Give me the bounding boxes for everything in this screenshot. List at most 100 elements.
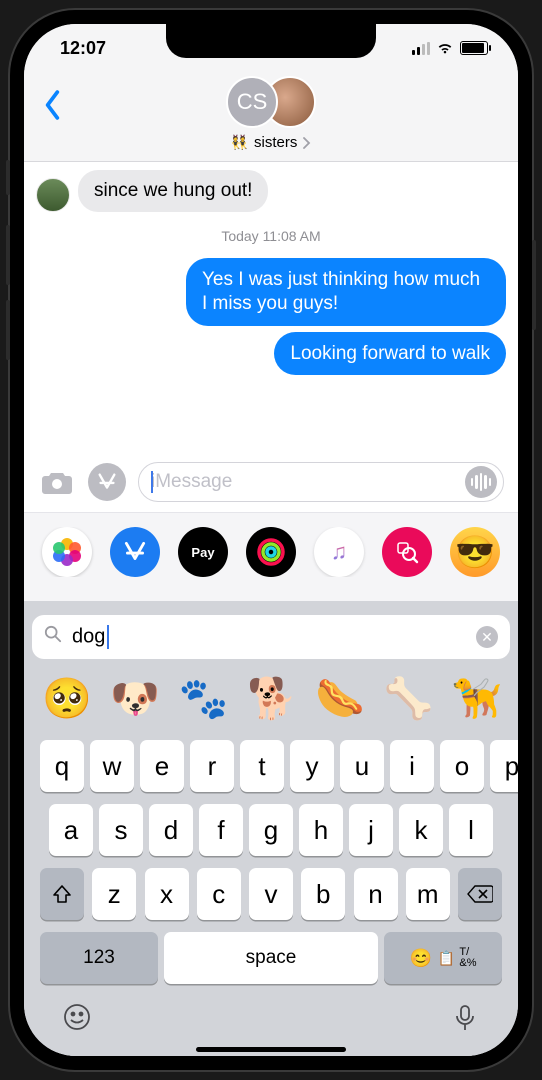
message-input[interactable]: iMessage (138, 462, 504, 502)
photos-icon (53, 538, 81, 566)
status-time: 12:07 (60, 38, 106, 59)
incoming-message[interactable]: since we hung out! (36, 170, 506, 212)
key-j[interactable]: j (349, 804, 393, 856)
notch (166, 24, 376, 58)
key-g[interactable]: g (249, 804, 293, 856)
message-bubble: Yes I was just thinking how much I miss … (186, 258, 506, 326)
dictation-button[interactable] (450, 1002, 480, 1037)
key-q[interactable]: q (40, 740, 84, 792)
emoji-results-row: 🥺 🐶 🐾 🐕 🌭 🦴 🦮 (32, 659, 510, 734)
app-activity[interactable] (246, 527, 296, 577)
keyboard: q w e r t y u i o p a s d f g h (32, 734, 510, 1056)
key-a[interactable]: a (49, 804, 93, 856)
emoji-search-text: dog (72, 625, 466, 649)
key-r[interactable]: r (190, 740, 234, 792)
home-indicator[interactable] (196, 1047, 346, 1052)
key-k[interactable]: k (399, 804, 443, 856)
outgoing-message[interactable]: Looking forward to walk (36, 332, 506, 376)
app-photos[interactable] (42, 527, 92, 577)
app-images-search[interactable] (382, 527, 432, 577)
wifi-icon (436, 41, 454, 55)
app-apple-pay[interactable]: Pay (178, 527, 228, 577)
key-123[interactable]: 123 (40, 932, 158, 984)
key-m[interactable]: m (406, 868, 450, 920)
back-button[interactable] (42, 90, 64, 125)
key-c[interactable]: c (197, 868, 241, 920)
emoji-result[interactable]: 🌭 (315, 675, 363, 722)
shift-icon (51, 883, 73, 905)
emoji-result[interactable]: 🥺 (42, 675, 90, 722)
key-v[interactable]: v (249, 868, 293, 920)
conversation-header: CS 👯 sisters (24, 72, 518, 162)
message-bubble: since we hung out! (78, 170, 268, 212)
emoji-result[interactable]: 🐶 (110, 675, 158, 722)
emoji-search-input[interactable]: dog ✕ (32, 615, 510, 659)
key-i[interactable]: i (390, 740, 434, 792)
chat-title-button[interactable]: 👯 sisters (34, 134, 508, 151)
group-avatar[interactable]: CS (34, 76, 508, 128)
apple-pay-label: Pay (191, 545, 214, 560)
microphone-icon (450, 1002, 480, 1032)
app-music[interactable]: ♫ (314, 527, 364, 577)
clear-search-button[interactable]: ✕ (476, 626, 498, 648)
key-shift[interactable] (40, 868, 84, 920)
key-w[interactable]: w (90, 740, 134, 792)
app-appstore[interactable] (110, 527, 160, 577)
app-drawer-button[interactable] (88, 463, 126, 501)
key-h[interactable]: h (299, 804, 343, 856)
key-z[interactable]: z (92, 868, 136, 920)
emoji-icon (62, 1002, 92, 1032)
avatar-initials: CS (226, 76, 278, 128)
imessage-app-drawer: Pay ♫ (24, 512, 518, 601)
key-emoji-input[interactable]: 😊 📋 T/&% (384, 932, 502, 984)
timestamp-label: Today 11:08 AM (36, 228, 506, 244)
app-memoji[interactable]: 😎 (450, 527, 500, 577)
camera-button[interactable] (38, 463, 76, 501)
outgoing-message[interactable]: Yes I was just thinking how much I miss … (36, 258, 506, 326)
audio-message-button[interactable] (465, 466, 497, 498)
key-y[interactable]: y (290, 740, 334, 792)
input-symbols-icon: T/&% (459, 947, 476, 969)
emoji-input-icon: 😊 (410, 948, 432, 969)
key-f[interactable]: f (199, 804, 243, 856)
appstore-icon (122, 539, 148, 565)
key-space[interactable]: space (164, 932, 378, 984)
screen: 12:07 CS 👯 sisters (24, 24, 518, 1056)
music-icon: ♫ (331, 539, 348, 565)
search-icon (44, 625, 62, 649)
emoji-search-panel: dog ✕ 🥺 🐶 🐾 🐕 🌭 🦴 🦮 q w e r t (24, 601, 518, 1056)
memoji-icon: 😎 (455, 533, 495, 571)
chat-name: sisters (254, 134, 297, 151)
cellular-signal-icon (412, 42, 430, 55)
key-b[interactable]: b (301, 868, 345, 920)
text-cursor (151, 471, 153, 493)
key-n[interactable]: n (354, 868, 398, 920)
message-placeholder: iMessage (151, 471, 232, 493)
search-images-icon (394, 539, 420, 565)
emoji-result[interactable]: 🐕 (247, 675, 295, 722)
chat-emoji: 👯 (231, 134, 248, 151)
input-switch-icon: 📋 (438, 950, 455, 967)
key-x[interactable]: x (145, 868, 189, 920)
activity-rings-icon (256, 537, 286, 567)
message-bubble: Looking forward to walk (274, 332, 506, 376)
compose-bar: iMessage (24, 452, 518, 512)
emoji-keyboard-button[interactable] (62, 1002, 92, 1037)
key-u[interactable]: u (340, 740, 384, 792)
backspace-icon (467, 884, 493, 904)
key-d[interactable]: d (149, 804, 193, 856)
message-list[interactable]: since we hung out! Today 11:08 AM Yes I … (24, 162, 518, 452)
key-o[interactable]: o (440, 740, 484, 792)
key-l[interactable]: l (449, 804, 493, 856)
key-p[interactable]: p (490, 740, 518, 792)
emoji-result[interactable]: 🦴 (384, 675, 432, 722)
emoji-result[interactable]: 🦮 (452, 675, 500, 722)
key-s[interactable]: s (99, 804, 143, 856)
emoji-result[interactable]: 🐾 (179, 675, 227, 722)
key-e[interactable]: e (140, 740, 184, 792)
sender-avatar[interactable] (36, 178, 70, 212)
battery-icon (460, 41, 488, 55)
key-t[interactable]: t (240, 740, 284, 792)
chevron-right-icon (303, 137, 311, 149)
key-backspace[interactable] (458, 868, 502, 920)
